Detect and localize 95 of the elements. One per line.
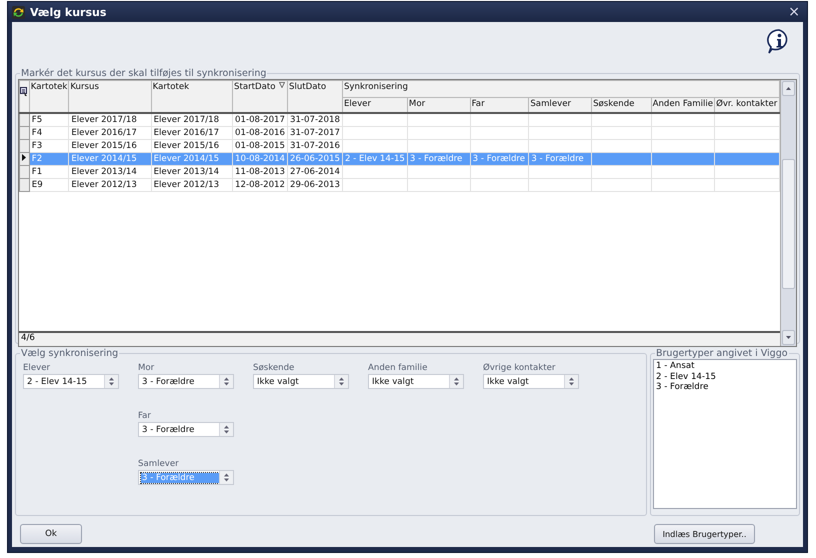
column-group-header: Synkronisering [342, 80, 780, 98]
grid-settings-icon[interactable] [20, 87, 28, 97]
table-cell: 01-08-2017 [235, 115, 285, 125]
current-row-icon [22, 154, 26, 161]
field-label: Søskende [253, 363, 296, 373]
table-row[interactable]: F5 Elever 2017/18 Elever 2017/18 01-08-2017 31-07-2018 [20, 113, 780, 126]
table-row[interactable]: F4 Elever 2016/17 Elever 2016/17 01-08-2016 31-07-2017 [20, 126, 780, 140]
spin-arrows-icon[interactable] [104, 375, 118, 388]
spin-select[interactable]: 3 - Forældre [138, 374, 234, 389]
table-cell: Elever 2013/14 [154, 167, 220, 177]
table-cell: 3 - Forældre [410, 154, 462, 164]
column-header[interactable]: Elever [342, 98, 408, 113]
table-cell: 12-08-2012 [235, 180, 285, 190]
column-header[interactable]: Kartotek [29, 80, 69, 113]
table-cell: 10-08-2014 [235, 154, 285, 164]
table-cell: Elever 2013/14 [71, 167, 137, 177]
table-cell: F1 [32, 167, 42, 177]
field-label: Samlever [138, 459, 180, 469]
spin-select[interactable]: 3 - Forældre [138, 422, 234, 437]
close-button[interactable]: × [785, 5, 803, 19]
spin-arrows-icon[interactable] [219, 423, 233, 436]
ok-button[interactable]: Ok [20, 524, 82, 544]
table-cell: 3 - Forældre [472, 154, 526, 164]
group-title: Vælg synkronisering [20, 348, 120, 359]
table-cell: Elever 2016/17 [154, 128, 220, 138]
window-title: Vælg kursus [30, 6, 108, 18]
scroll-thumb[interactable] [782, 159, 795, 289]
table-cell: 01-08-2016 [235, 128, 285, 138]
table-cell: F4 [32, 128, 42, 138]
table-cell: Elever 2016/17 [71, 128, 137, 138]
table-cell: F3 [32, 141, 42, 151]
table-cell: F5 [32, 115, 42, 125]
spin-arrows-icon[interactable] [449, 375, 463, 388]
table-cell: Elever 2014/15 [154, 154, 220, 164]
group-title: Markér det kursus der skal tilføjes til synkronisering [20, 68, 268, 79]
load-user-types-button[interactable]: Indlæs Brugertyper.. [654, 524, 755, 544]
table-cell: 31-07-2016 [290, 141, 340, 151]
table-cell: 11-08-2013 [235, 167, 285, 177]
table-row[interactable]: F1 Elever 2013/14 Elever 2013/14 11-08-2013 27-06-2014 [20, 166, 780, 178]
column-header[interactable]: Far [470, 98, 529, 113]
table-cell: 3 - Forældre [531, 154, 584, 164]
table-cell: 31-07-2018 [290, 115, 340, 125]
column-header[interactable]: StartDato [232, 80, 288, 113]
field-label: Øvrige kontakter [483, 363, 556, 373]
scroll-down-button[interactable] [782, 330, 795, 345]
table-cell: F2 [32, 154, 42, 164]
record-counter: 4/6 [19, 331, 780, 346]
group-title: Brugertyper angivet i Viggo [655, 348, 789, 359]
table-cell: 2 - Elev 14-15 [344, 154, 405, 164]
spin-arrows-icon[interactable] [219, 375, 233, 388]
scroll-up-button[interactable] [782, 81, 795, 96]
column-header[interactable]: Mor [407, 98, 470, 113]
spin-arrows-icon[interactable] [334, 375, 348, 388]
table-cell: Elever 2012/13 [71, 180, 137, 190]
caret-down-icon [786, 336, 791, 339]
spin-arrows-icon[interactable] [219, 471, 233, 484]
spin-select[interactable]: Ikke valgt [368, 374, 464, 389]
column-header[interactable]: Anden Familie [651, 98, 715, 113]
vertical-scrollbar[interactable] [780, 80, 796, 346]
row-selector[interactable] [20, 152, 30, 166]
spin-select[interactable]: 2 - Elev 14-15 [23, 374, 119, 389]
table-cell: E9 [32, 180, 43, 190]
table-cell: 29-06-2013 [290, 180, 340, 190]
sync-arrows-icon [12, 6, 25, 18]
spin-select[interactable]: Ikke valgt [483, 374, 579, 389]
column-header[interactable]: Samlever [528, 98, 592, 113]
table-cell: 26-06-2015 [290, 154, 340, 164]
table-cell: Elever 2015/16 [71, 141, 137, 151]
table-cell: 01-08-2015 [235, 141, 285, 151]
table-cell: Elever 2017/18 [71, 115, 137, 125]
row-selector[interactable] [20, 113, 30, 126]
table-cell: Elever 2012/13 [154, 180, 220, 190]
field-label: Mor [138, 363, 156, 373]
caret-up-icon [786, 87, 791, 90]
spin-arrows-icon[interactable] [564, 375, 578, 388]
table-cell: Elever 2014/15 [71, 154, 137, 164]
spin-select[interactable]: Ikke valgt [253, 374, 349, 389]
list-item[interactable]: 2 - Elev 14-15 [656, 372, 794, 382]
field-label: Elever [23, 363, 52, 373]
table-row[interactable]: E9 Elever 2012/13 Elever 2012/13 12-08-2012 29-06-2013 [20, 178, 780, 192]
table-cell: 31-07-2017 [290, 128, 340, 138]
table-cell: 27-06-2014 [290, 167, 340, 177]
column-header[interactable]: SlutDato [287, 80, 342, 113]
column-header[interactable]: Kartotek [151, 80, 233, 113]
list-item[interactable]: 3 - Forældre [656, 382, 794, 392]
column-header[interactable]: Kursus [68, 80, 152, 113]
list-item[interactable]: 1 - Ansat [656, 361, 794, 372]
field-label: Far [138, 411, 152, 421]
column-header[interactable]: Øvr. kontakter [714, 98, 780, 113]
field-label: Anden familie [368, 363, 428, 373]
column-header[interactable]: Søskende [592, 98, 652, 113]
column-chooser-cell[interactable] [20, 80, 30, 113]
table-cell: Elever 2017/18 [154, 115, 220, 125]
table-cell: Elever 2015/16 [154, 141, 220, 151]
sort-icon [278, 82, 285, 88]
